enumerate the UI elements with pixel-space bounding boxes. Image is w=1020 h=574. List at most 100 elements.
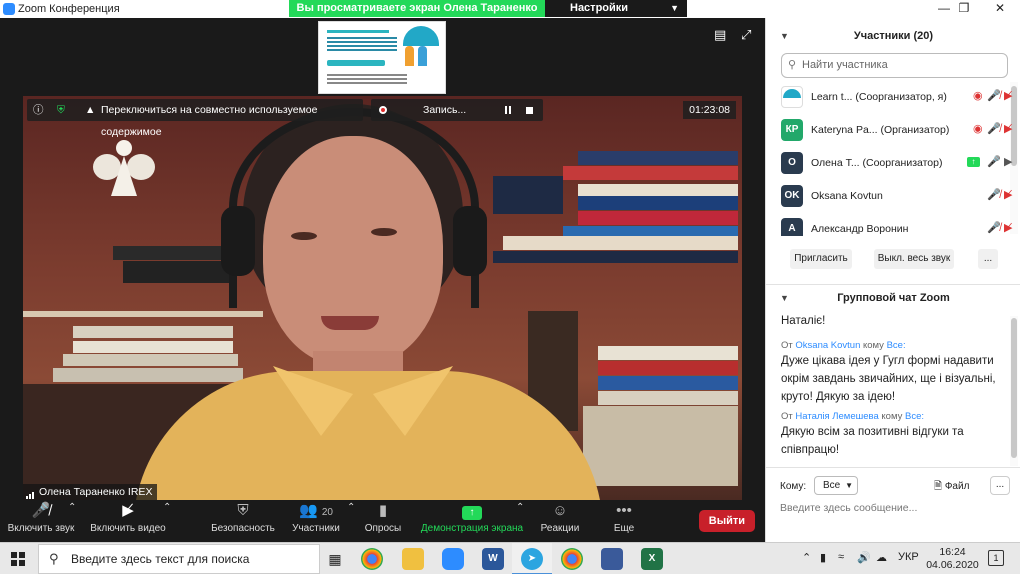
mic-muted-icon: 🎤̸	[987, 123, 1001, 135]
task-view-icon[interactable]: ▦	[324, 548, 346, 570]
share-options-caret[interactable]: ⌃	[516, 502, 524, 513]
more-icon: •••	[616, 502, 632, 519]
file-icon: 🗎	[934, 481, 943, 492]
recording-label: Запись...	[423, 104, 467, 116]
participant-name: Learn t... (Соорганизатор, я)	[811, 91, 947, 103]
audio-options-caret[interactable]: ⌃	[68, 502, 76, 513]
participant-row[interactable]: Learn t... (Соорганизатор, я) ◉ 🎤̸ ▶̸	[781, 84, 1016, 110]
reactions-button[interactable]: ☺ Реакции	[537, 502, 583, 534]
telegram-icon[interactable]: ➤	[521, 548, 543, 570]
polls-icon: ▮	[378, 502, 388, 519]
start-video-label: Включить видео	[90, 523, 166, 534]
chevron-down-icon: ▼	[845, 481, 853, 490]
reactions-icon: ☺	[552, 502, 568, 519]
word-icon[interactable]: W	[482, 548, 504, 570]
participants-caret[interactable]: ⌃	[347, 502, 355, 513]
notification-center-icon[interactable]: 1	[988, 550, 1004, 566]
screen-share-banner: Вы просматриваете экран Олена Тараненко …	[289, 0, 545, 31]
chrome-icon[interactable]	[361, 548, 383, 570]
chrome-profile-icon[interactable]	[561, 548, 583, 570]
clock-time: 16:24	[939, 546, 966, 558]
video-area: ▤ ⤢ ⓘ ⛨ ▲ Переключиться на совместно исп…	[0, 18, 765, 542]
info-icon[interactable]: ⓘ	[33, 99, 44, 121]
chat-message: Дякую всім за позитивні відгуки та співп…	[781, 426, 964, 456]
zoom-icon[interactable]	[442, 548, 464, 570]
taskbar: ⚲ Введите здесь текст для поиска ▦ W ➤ X…	[0, 542, 1020, 574]
pause-recording-button[interactable]	[505, 99, 513, 121]
sharing-screen-icon: ↑	[967, 157, 980, 167]
signal-icon	[26, 487, 36, 499]
participant-row[interactable]: OK Oksana Kovtun 🎤̸ ▶̸	[781, 183, 1016, 209]
switch-to-shared-content-button[interactable]: Переключиться на совместно используемое …	[101, 99, 363, 143]
fullscreen-icon[interactable]: ⤢	[741, 27, 751, 43]
meeting-toolbar: 🎤̸ Включить звук ⌃ ▶̸ Включить видео ⌃ ⛨…	[0, 500, 765, 542]
chat-more-button[interactable]: ...	[990, 476, 1010, 495]
collapse-participants-icon[interactable]: ▼	[780, 23, 789, 49]
stop-recording-button[interactable]	[526, 99, 533, 121]
speaker-name: Олена Тараненко IREX	[39, 486, 153, 498]
more-button[interactable]: ••• Еще	[604, 502, 644, 534]
file-explorer-icon[interactable]	[402, 548, 424, 570]
chat-message-input[interactable]: Введите здесь сообщение...	[780, 502, 1010, 514]
tray-overflow-icon[interactable]: ⌃	[802, 551, 811, 564]
recipient-select[interactable]: Все ▼	[814, 476, 858, 495]
window-title: Zoom Конференция	[18, 3, 120, 15]
shield-icon[interactable]: ⛨	[57, 99, 65, 121]
chat-scroll-thumb[interactable]	[1011, 318, 1017, 458]
search-icon: ⚲	[49, 551, 59, 566]
mic-muted-icon: 🎤̸	[31, 502, 51, 519]
wifi-icon[interactable]: ≈	[838, 551, 844, 563]
file-button[interactable]: 🗎 Файл	[934, 479, 969, 496]
participant-row[interactable]: О Олена Т... (Соорганизатор) ↑ 🎤 ▶	[781, 150, 1016, 176]
view-options-button[interactable]: Настройки просмотра ▼	[545, 0, 687, 31]
speaker-video: ⓘ ⛨ ▲ Переключиться на совместно использ…	[23, 96, 742, 500]
maximize-button[interactable]: ❐	[949, 0, 979, 18]
participants-label: Участники	[292, 523, 340, 534]
network-tray-icon[interactable]: ▮	[820, 551, 826, 564]
collapse-chat-icon[interactable]: ▼	[780, 285, 789, 311]
invite-button[interactable]: Пригласить	[790, 249, 852, 269]
leave-button[interactable]: Выйти	[698, 510, 755, 532]
unmute-label: Включить звук	[7, 523, 75, 534]
chat-recipient[interactable]: Все:	[905, 411, 924, 422]
windows-start-icon[interactable]	[11, 552, 25, 566]
participant-search-input[interactable]: ⚲ Найти участника	[781, 53, 1008, 78]
recipient-select-value: Все	[823, 480, 841, 491]
excel-icon[interactable]: X	[641, 548, 663, 570]
video-top-bar: ⓘ ⛨ ▲ Переключиться на совместно использ…	[27, 99, 363, 138]
mute-all-button[interactable]: Выкл. весь звук	[874, 249, 954, 269]
cloud-icon[interactable]: ☁	[876, 551, 887, 564]
taskbar-clock[interactable]: 16:24 04.06.2020	[925, 546, 980, 572]
chat-message-meta: От Oksana Kovtun кому Все:	[781, 340, 906, 351]
meeting-timer: 01:23:08	[683, 101, 736, 119]
chat-sender[interactable]: Oksana Kovtun	[795, 340, 860, 351]
video-options-caret[interactable]: ⌃	[163, 502, 171, 513]
chat-message: Дуже цікава ідея у Гугл формі надавити о…	[781, 355, 996, 403]
participants-title: Участники (20)	[853, 30, 934, 42]
shared-slide-thumbnail[interactable]	[318, 21, 446, 94]
recording-icon: ◉	[973, 123, 983, 135]
clock-date: 04.06.2020	[926, 559, 979, 571]
participant-row[interactable]: А Александр Воронин 🎤̸ ▶̸	[781, 216, 1016, 236]
share-screen-label: Демонстрация экрана	[420, 523, 524, 534]
presentation-app-icon[interactable]	[601, 548, 623, 570]
share-screen-button[interactable]: ↑ Демонстрация экрана	[418, 502, 526, 534]
close-button[interactable]: ✕	[985, 0, 1015, 18]
participant-row[interactable]: КР Kateryna Pa... (Организатор) ◉ 🎤̸ ▶̸	[781, 117, 1016, 143]
polls-button[interactable]: ▮ Опросы	[360, 502, 406, 534]
taskbar-search-input[interactable]: ⚲ Введите здесь текст для поиска	[38, 544, 320, 574]
language-indicator[interactable]: УКР	[898, 551, 919, 563]
security-button[interactable]: ⛨ Безопасность	[208, 502, 278, 534]
share-screen-icon: ↑	[418, 502, 526, 520]
unmute-button[interactable]: 🎤̸ Включить звук	[6, 502, 76, 534]
file-label: Файл	[944, 481, 970, 492]
video-off-icon: ▶̸	[1004, 90, 1013, 102]
chat-sender[interactable]: Наталія Лемешева	[795, 411, 878, 422]
participants-more-button[interactable]: ...	[978, 249, 998, 269]
side-by-side-icon[interactable]: ▤	[714, 27, 726, 43]
polls-label: Опросы	[364, 523, 402, 534]
start-video-button[interactable]: ▶̸ Включить видео	[89, 502, 167, 534]
volume-icon[interactable]: 🔊	[857, 551, 871, 564]
participants-button[interactable]: 👥 20 Участники	[288, 502, 344, 534]
chat-recipient[interactable]: Все:	[887, 340, 906, 351]
